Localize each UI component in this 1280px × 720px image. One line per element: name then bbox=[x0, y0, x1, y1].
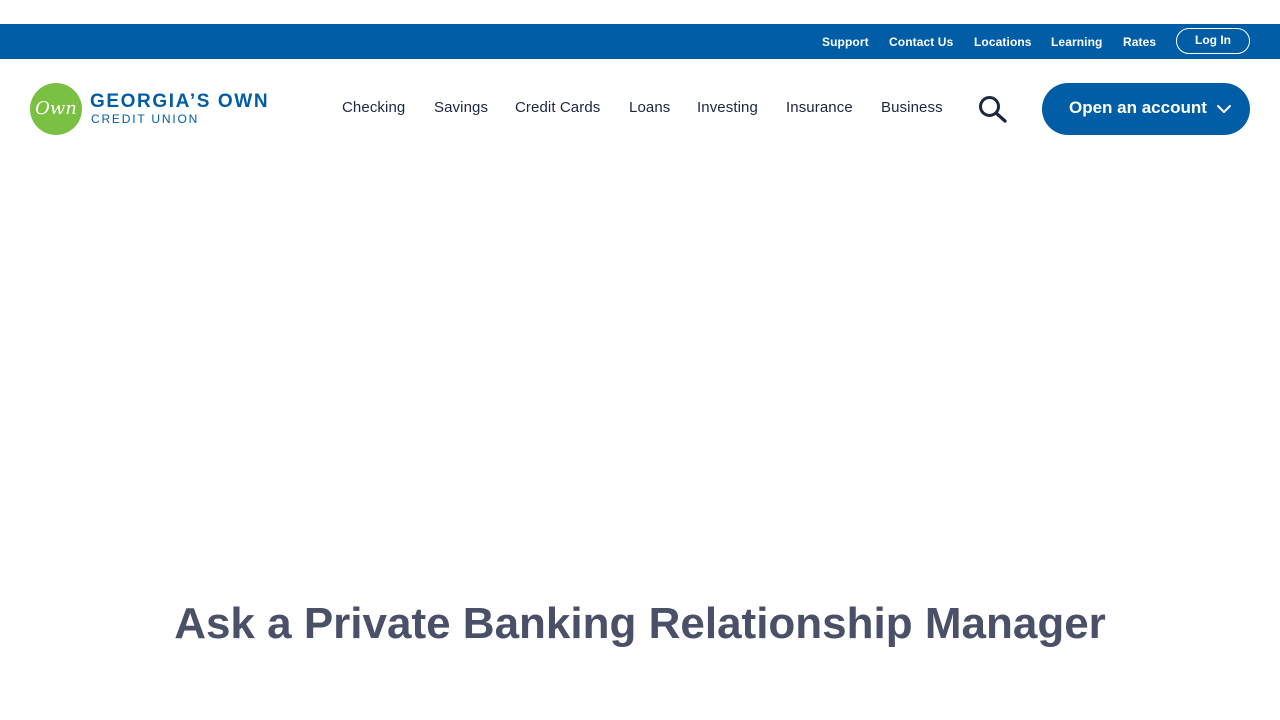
nav-item-insurance[interactable]: Insurance bbox=[786, 99, 853, 116]
utility-link-learning[interactable]: Learning bbox=[1051, 35, 1102, 49]
search-icon[interactable] bbox=[977, 95, 1009, 123]
login-button[interactable]: Log In bbox=[1176, 28, 1250, 54]
open-account-button[interactable]: Open an account bbox=[1042, 83, 1250, 135]
nav-item-loans[interactable]: Loans bbox=[629, 99, 670, 116]
page-title: Ask a Private Banking Relationship Manag… bbox=[174, 599, 1106, 648]
utility-link-contact-us[interactable]: Contact Us bbox=[889, 35, 953, 49]
logo-mark: Own bbox=[30, 83, 82, 135]
logo-wordmark-line2: CREDIT UNION bbox=[91, 112, 200, 126]
open-account-label: Open an account bbox=[1069, 98, 1207, 117]
chevron-down-icon bbox=[1216, 101, 1232, 117]
nav-item-checking[interactable]: Checking bbox=[342, 99, 405, 116]
logo-wordmark-line1: GEORGIA’S OWN bbox=[90, 91, 270, 112]
nav-item-savings[interactable]: Savings bbox=[434, 99, 488, 116]
utility-link-support[interactable]: Support bbox=[822, 35, 869, 49]
nav-item-credit-cards[interactable]: Credit Cards bbox=[515, 99, 600, 116]
utility-link-rates[interactable]: Rates bbox=[1123, 35, 1156, 49]
logo[interactable]: Own GEORGIA’S OWN CREDIT UNION bbox=[30, 83, 280, 135]
nav-item-business[interactable]: Business bbox=[881, 99, 943, 116]
utility-link-locations[interactable]: Locations bbox=[974, 35, 1032, 49]
utility-bar: Support Contact Us Locations Learning Ra… bbox=[0, 24, 1280, 59]
main-header: Own GEORGIA’S OWN CREDIT UNION Checking … bbox=[0, 59, 1280, 159]
nav-item-investing[interactable]: Investing bbox=[697, 99, 758, 116]
